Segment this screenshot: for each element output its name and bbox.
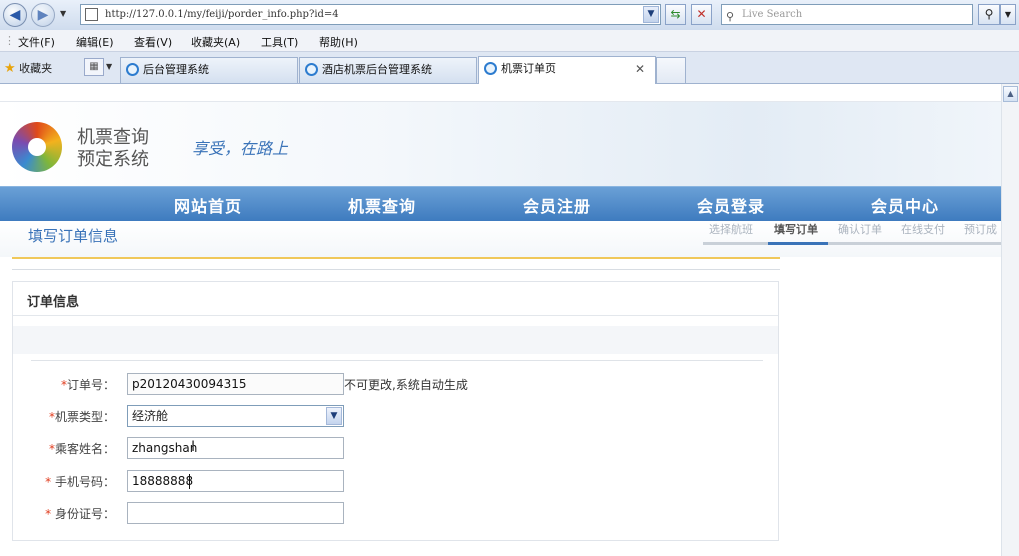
- panel-separator: [31, 360, 763, 361]
- star-icon: ★: [4, 61, 16, 76]
- step-online-payment: 在线支付: [901, 223, 945, 236]
- stop-button[interactable]: ✕: [691, 4, 712, 25]
- steps-progress-bar: [703, 242, 1001, 245]
- nav-home[interactable]: 网站首页: [174, 193, 242, 217]
- divider-grey: [12, 269, 780, 270]
- phone-field[interactable]: 18888888: [127, 470, 344, 492]
- tab-label: 后台管理系统: [143, 63, 209, 76]
- tab-admin-system[interactable]: 后台管理系统: [120, 57, 298, 83]
- address-toolbar: ◀ ▶ ▼ http://127.0.0.1/my/feiji/porder_i…: [0, 0, 1019, 30]
- page-title: 填写订单信息: [28, 227, 119, 245]
- refresh-button[interactable]: ⇆: [665, 4, 686, 25]
- page-scrollbar[interactable]: ▲: [1001, 84, 1019, 556]
- chevron-down-icon[interactable]: ▼: [326, 407, 342, 425]
- id-card-label: * 身份证号：: [45, 507, 115, 521]
- nav-member-center[interactable]: 会员中心: [871, 193, 939, 217]
- tab-bar: ★ 收藏夹 ▦ ▼ 后台管理系统 酒店机票后台管理系统 机票订单页 ✕: [0, 52, 1019, 84]
- step-booking-done: 预订成: [964, 223, 997, 236]
- order-info-panel: 订单信息 *订单号： p20120430094315 不可更改,系统自动生成 *…: [12, 281, 779, 541]
- title-row: 填写订单信息 选择航班 填写订单 确认订单 在线支付 预订成: [0, 221, 1001, 257]
- search-field[interactable]: ⚲ Live Search: [721, 4, 973, 25]
- site-header: 机票查询 预定系统 享受，在路上: [0, 102, 1001, 186]
- menu-grip: ⋮: [4, 34, 15, 47]
- panel-stripe: [13, 326, 778, 354]
- back-button[interactable]: ◀: [3, 3, 27, 27]
- ticket-type-select[interactable]: 经济舱 ▼: [127, 405, 344, 427]
- logo-line-1: 机票查询: [77, 127, 149, 148]
- tab-hotel-admin[interactable]: 酒店机票后台管理系统: [299, 57, 477, 83]
- search-icon: ⚲: [726, 10, 735, 23]
- order-no-hint: 不可更改,系统自动生成: [344, 378, 468, 392]
- phone-label: * 手机号码：: [45, 475, 115, 489]
- address-dropdown-button[interactable]: ▼: [643, 6, 659, 23]
- passenger-name-field[interactable]: zhangshan: [127, 437, 344, 459]
- ticket-type-label: *机票类型：: [48, 410, 115, 424]
- tab-label: 酒店机票后台管理系统: [322, 63, 432, 76]
- page-top-strip: [0, 84, 1001, 102]
- menu-view[interactable]: 查看(V): [134, 34, 172, 50]
- ticket-type-value: 经济舱: [132, 409, 169, 423]
- order-steps: 选择航班 填写订单 确认订单 在线支付 预订成: [703, 221, 1001, 245]
- id-card-field[interactable]: [127, 502, 344, 524]
- new-tab-button[interactable]: [656, 57, 686, 83]
- step-select-flight: 选择航班: [709, 223, 753, 236]
- tab-list-dropdown-icon[interactable]: ▼: [106, 62, 112, 71]
- forward-button[interactable]: ▶: [31, 3, 55, 27]
- address-field[interactable]: http://127.0.0.1/my/feiji/porder_info.ph…: [80, 4, 661, 25]
- browser-chrome: ◀ ▶ ▼ http://127.0.0.1/my/feiji/porder_i…: [0, 0, 1019, 84]
- site-logo-icon[interactable]: [12, 122, 62, 172]
- scroll-up-button[interactable]: ▲: [1003, 86, 1018, 102]
- step-confirm-order: 确认订单: [838, 223, 882, 236]
- tab-label: 机票订单页: [501, 62, 556, 75]
- passenger-name-label: *乘客姓名：: [48, 442, 115, 456]
- favorites-label: 收藏夹: [19, 62, 53, 75]
- site-slogan: 享受，在路上: [192, 139, 289, 158]
- section-title: 订单信息: [27, 295, 80, 310]
- site-logo-text: 机票查询 预定系统: [77, 127, 149, 171]
- web-page: 机票查询 预定系统 享受，在路上 网站首页 机票查询 会员注册 会员登录 会员中…: [0, 84, 1001, 556]
- logo-line-2: 预定系统: [77, 149, 149, 170]
- main-nav: 网站首页 机票查询 会员注册 会员登录 会员中心: [0, 186, 1001, 221]
- nav-register[interactable]: 会员注册: [523, 193, 591, 217]
- text-cursor-icon: I: [191, 439, 196, 455]
- panel-header: 订单信息: [13, 282, 778, 316]
- order-no-label: *订单号：: [60, 378, 115, 392]
- text-caret: [189, 474, 190, 489]
- menu-favorites[interactable]: 收藏夹(A): [191, 34, 240, 50]
- history-dropdown-icon[interactable]: ▼: [60, 9, 66, 18]
- quick-tabs-icon[interactable]: ▦: [84, 58, 104, 76]
- menu-tools[interactable]: 工具(T): [261, 34, 298, 50]
- nav-login[interactable]: 会员登录: [697, 193, 765, 217]
- menu-edit[interactable]: 编辑(E): [76, 34, 114, 50]
- page-icon: [85, 8, 98, 21]
- nav-flight-search[interactable]: 机票查询: [348, 193, 416, 217]
- search-options-button[interactable]: ▼: [1000, 4, 1016, 25]
- menu-help[interactable]: 帮助(H): [319, 34, 358, 50]
- order-no-field[interactable]: p20120430094315: [127, 373, 344, 395]
- search-placeholder: Live Search: [742, 9, 803, 20]
- ie-page-icon: [305, 63, 318, 76]
- favorites-button[interactable]: ★ 收藏夹: [4, 60, 52, 76]
- step-fill-order: 填写订单: [774, 223, 818, 236]
- ie-page-icon: [126, 63, 139, 76]
- menu-file[interactable]: 文件(F): [18, 34, 55, 50]
- menu-bar: ⋮ 文件(F) 编辑(E) 查看(V) 收藏夹(A) 工具(T) 帮助(H): [0, 30, 1019, 52]
- address-text: http://127.0.0.1/my/feiji/porder_info.ph…: [105, 9, 339, 20]
- ie-page-icon: [484, 62, 497, 75]
- close-tab-icon[interactable]: ✕: [635, 57, 645, 81]
- divider-gold: [12, 257, 780, 259]
- search-button[interactable]: ⚲: [978, 4, 1000, 25]
- tab-order-page[interactable]: 机票订单页 ✕: [478, 56, 656, 84]
